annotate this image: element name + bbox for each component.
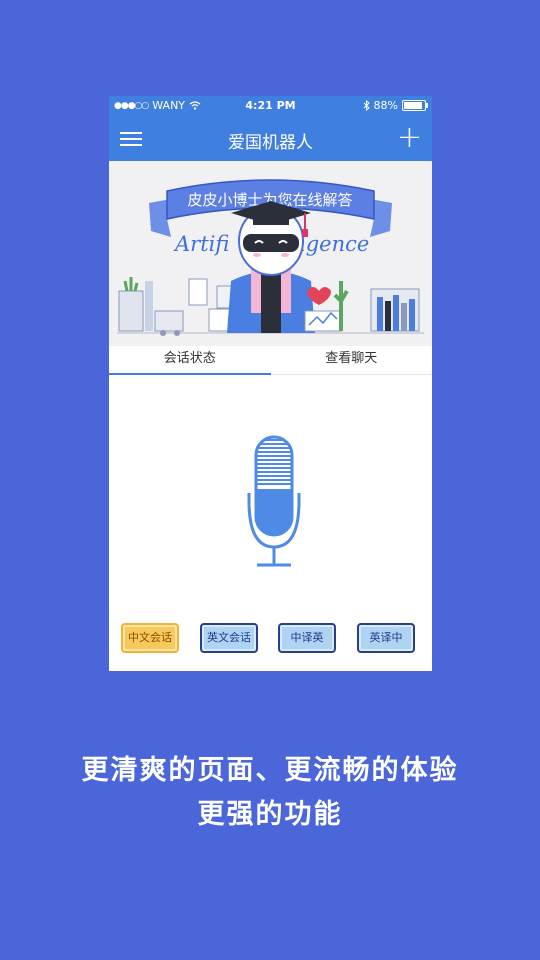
microphone-icon[interactable] xyxy=(109,375,432,615)
tab-view-chat[interactable]: 查看聊天 xyxy=(271,346,433,374)
mode-buttons: 中文会话 英文会话 中译英 英译中 xyxy=(109,621,432,661)
banner-word-right: igence xyxy=(299,232,369,256)
chinese-to-english-button[interactable]: 中译英 xyxy=(278,623,336,653)
robot-graduate-illustration: 皮皮小博士为您在线解答 Artifi igence xyxy=(117,179,424,336)
phone-screen: ●●●○○ WANY 4:21 PM 88% 爱国机器人 + 皮皮小博士为您在线… xyxy=(109,96,432,671)
battery-percent: 88% xyxy=(373,99,398,112)
plus-icon[interactable]: + xyxy=(397,120,422,156)
english-chat-button[interactable]: 英文会话 xyxy=(200,623,258,653)
microphone-area xyxy=(109,375,432,615)
tab-bar: 会话状态 查看聊天 xyxy=(109,346,432,375)
battery-icon xyxy=(402,100,428,111)
status-bar: ●●●○○ WANY 4:21 PM 88% xyxy=(109,96,432,116)
page-title: 爱国机器人 xyxy=(228,133,313,153)
nav-bar: 爱国机器人 + xyxy=(109,116,432,161)
tab-session-status[interactable]: 会话状态 xyxy=(109,346,271,375)
english-to-chinese-button[interactable]: 英译中 xyxy=(357,623,415,653)
bluetooth-icon xyxy=(363,100,370,111)
banner-word-left: Artifi xyxy=(173,232,229,256)
banner-illustration: 皮皮小博士为您在线解答 Artifi igence xyxy=(109,161,432,346)
promo-caption-line2: 更强的功能 xyxy=(197,799,343,830)
promo-caption-line1: 更清爽的页面、更流畅的体验 xyxy=(81,755,459,786)
chinese-chat-button[interactable]: 中文会话 xyxy=(121,623,179,653)
